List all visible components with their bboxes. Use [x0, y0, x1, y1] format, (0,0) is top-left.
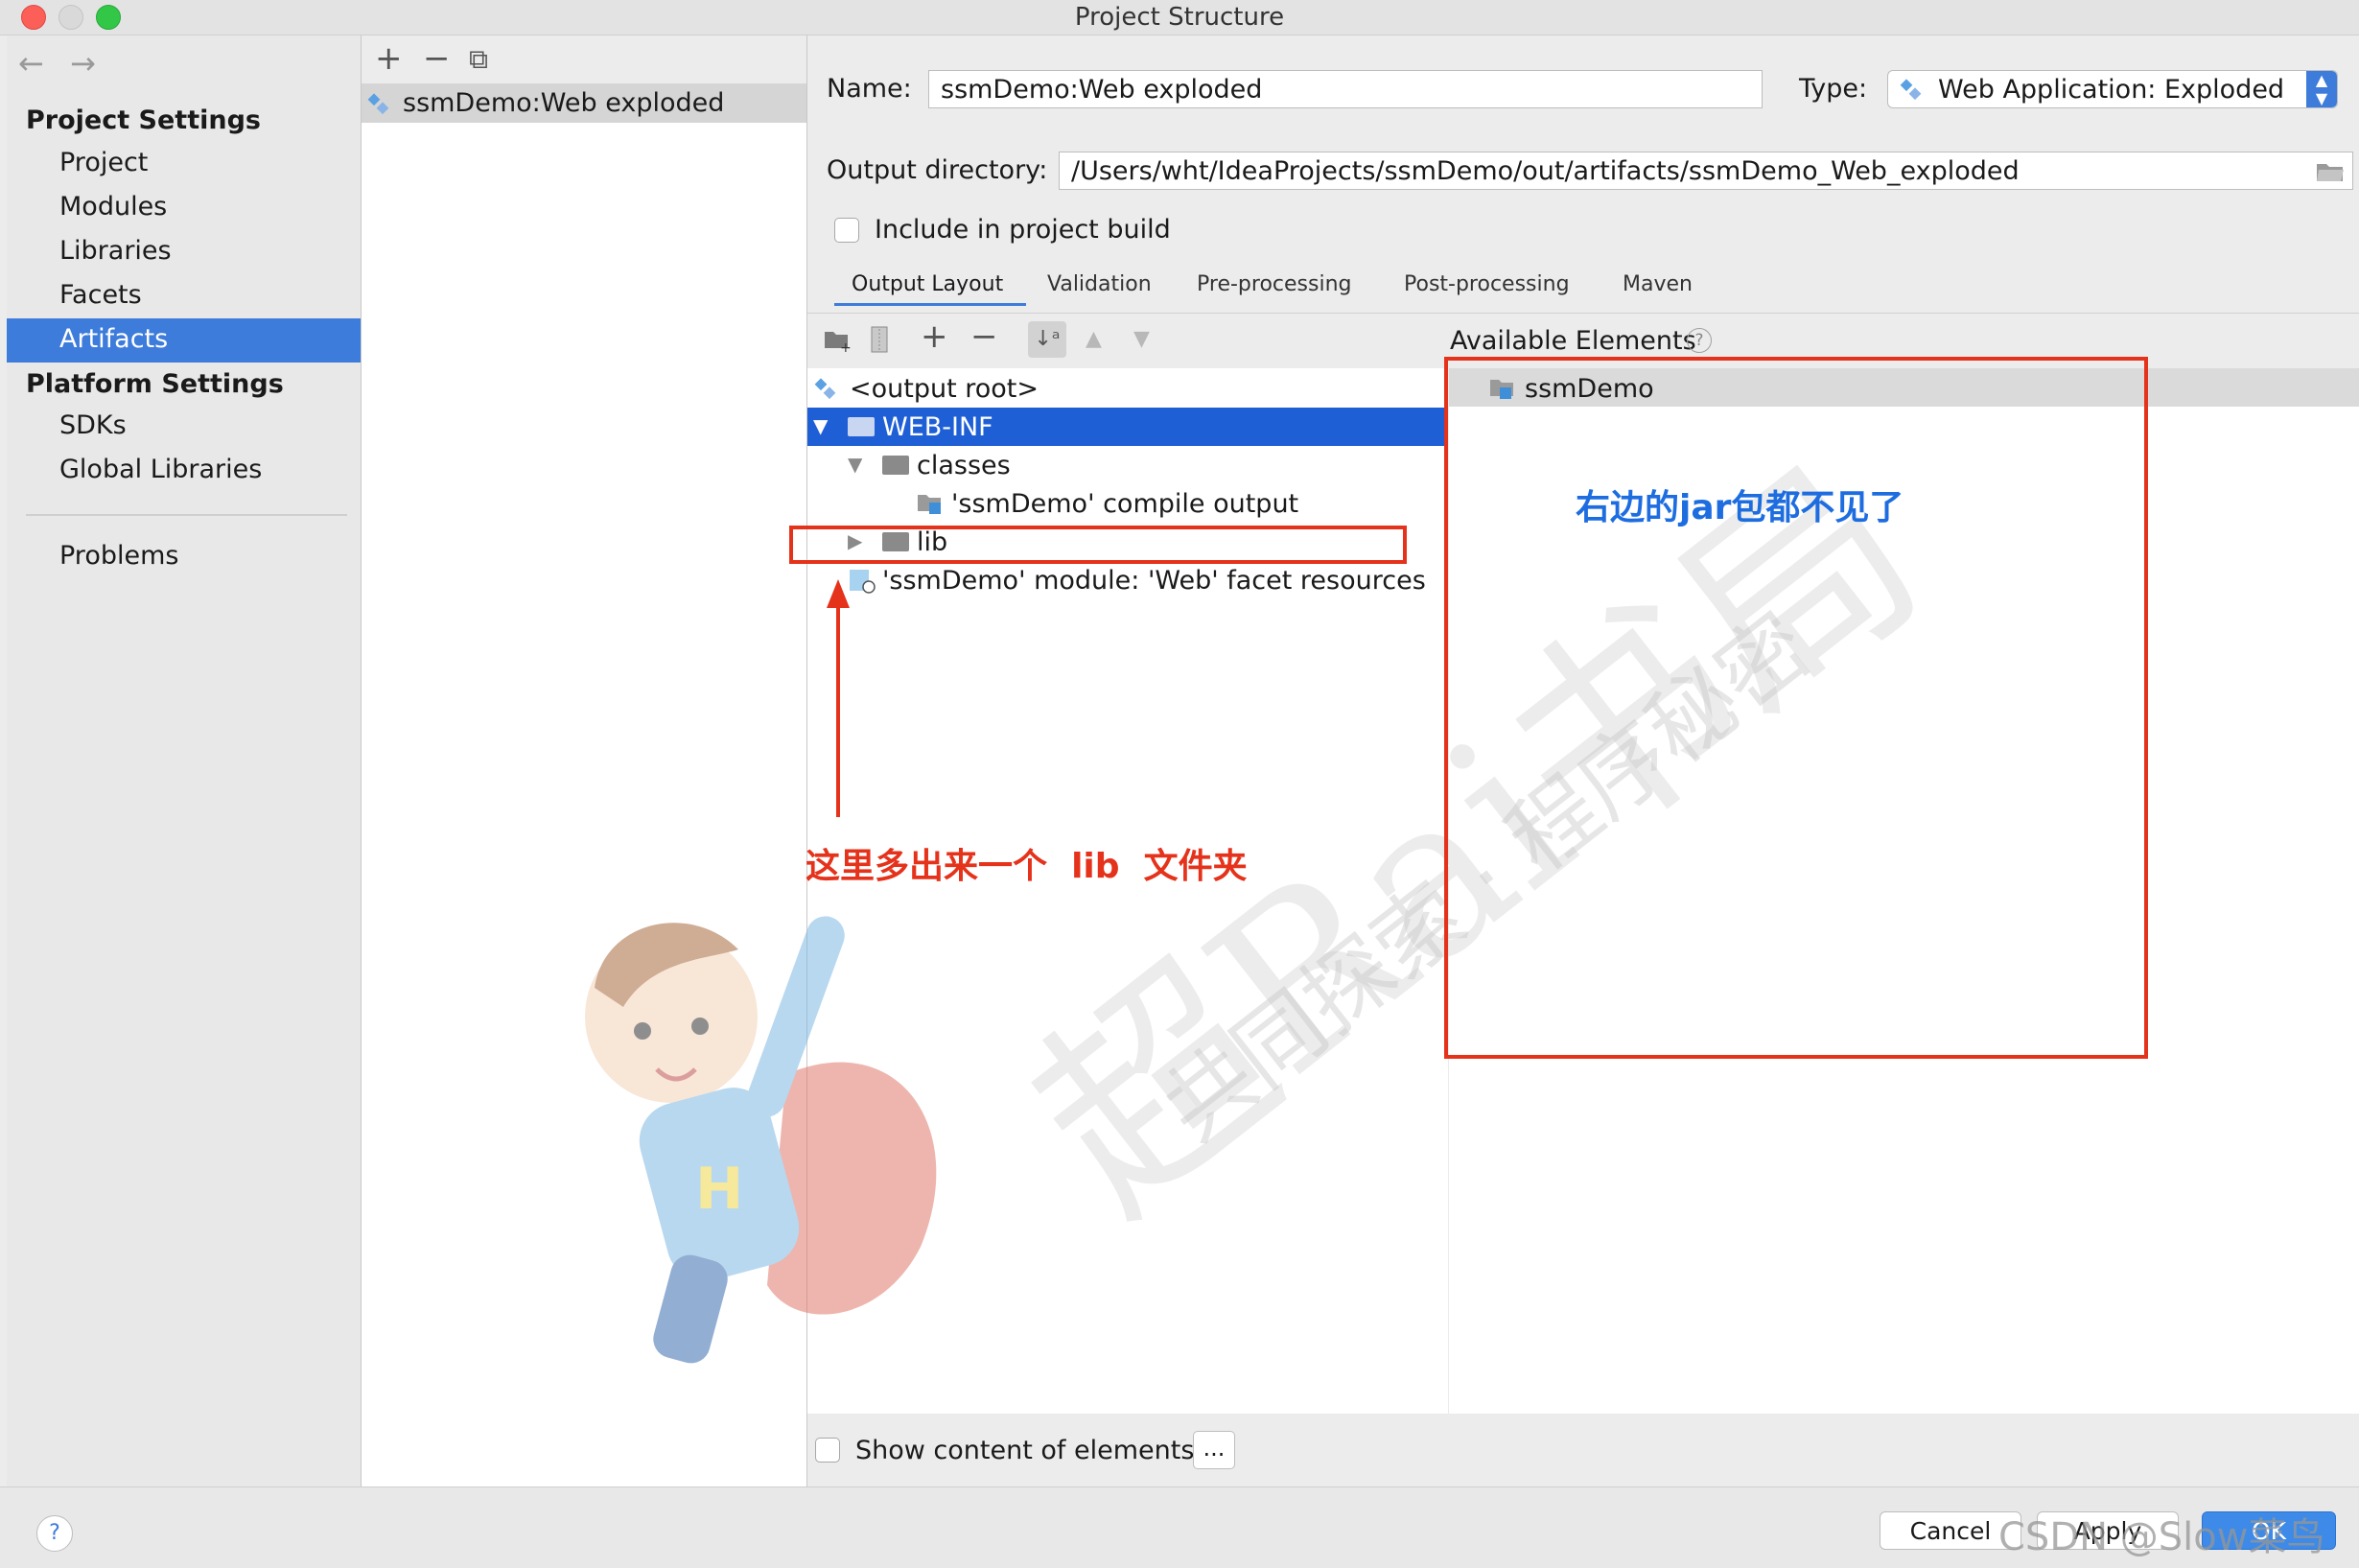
- sidebar-item-artifacts[interactable]: Artifacts: [59, 324, 168, 354]
- lib-highlight-box: [789, 526, 1407, 564]
- expanded-triangle-icon[interactable]: ▼: [813, 414, 828, 437]
- tree-node-web-inf: WEB-INF: [882, 412, 993, 442]
- output-directory-label: Output directory:: [827, 155, 1048, 185]
- sidebar-item-modules[interactable]: Modules: [59, 192, 167, 222]
- svg-text:+: +: [840, 340, 852, 352]
- include-in-build-label: Include in project build: [875, 215, 1171, 245]
- project-settings-header: Project Settings: [26, 105, 261, 135]
- tab-validation[interactable]: Validation: [1047, 272, 1152, 296]
- annotation-arrow-head-icon: [827, 579, 850, 608]
- add-artifact-icon[interactable]: +: [375, 39, 403, 78]
- forward-arrow-icon[interactable]: →: [70, 45, 96, 82]
- artifact-list-item-label: ssmDemo:Web exploded: [403, 88, 725, 118]
- create-archive-icon[interactable]: [869, 325, 890, 354]
- tab-divider: [807, 313, 2359, 314]
- name-label: Name:: [827, 74, 912, 104]
- artifact-type-select[interactable]: Web Application: Exploded ▲ ▼: [1887, 70, 2338, 108]
- tab-pre-processing[interactable]: Pre-processing: [1197, 272, 1351, 296]
- help-button[interactable]: ?: [36, 1515, 73, 1552]
- tree-node-output-root[interactable]: <output root>: [850, 374, 1039, 404]
- module-output-icon: [918, 495, 941, 514]
- sidebar-item-project[interactable]: Project: [59, 148, 148, 177]
- create-directory-icon[interactable]: +: [823, 327, 852, 352]
- settings-sidebar: ← → Project Settings Project Modules Lib…: [7, 35, 362, 1486]
- help-icon[interactable]: ?: [1687, 328, 1712, 353]
- artifact-name-field[interactable]: ssmDemo:Web exploded: [928, 70, 1763, 108]
- tree-node-facet-resources[interactable]: 'ssmDemo' module: 'Web' facet resources: [882, 566, 1426, 596]
- tab-post-processing[interactable]: Post-processing: [1404, 272, 1570, 296]
- copy-artifact-icon[interactable]: ⧉: [469, 43, 488, 76]
- tab-maven[interactable]: Maven: [1623, 272, 1693, 296]
- remove-artifact-icon[interactable]: −: [423, 39, 451, 78]
- sidebar-divider: [26, 514, 347, 516]
- artifacts-toolbar: + − ⧉: [362, 35, 806, 84]
- output-directory-field[interactable]: /Users/wht/IdeaProjects/ssmDemo/out/arti…: [1059, 152, 2353, 190]
- output-root-icon: [814, 378, 836, 400]
- platform-settings-header: Platform Settings: [26, 369, 284, 399]
- select-stepper-icon: ▲ ▼: [2306, 71, 2337, 107]
- sidebar-item-global-libraries[interactable]: Global Libraries: [59, 455, 262, 484]
- tree-node-compile-output[interactable]: 'ssmDemo' compile output: [951, 489, 1298, 519]
- move-down-icon[interactable]: ▼: [1133, 327, 1150, 351]
- lib-annotation-text: 这里多出来一个 lib 文件夹: [806, 847, 1248, 886]
- sidebar-item-facets[interactable]: Facets: [59, 280, 142, 310]
- more-options-button[interactable]: ...: [1193, 1431, 1235, 1469]
- include-in-build-checkbox[interactable]: [834, 218, 859, 243]
- folder-icon: [882, 456, 909, 475]
- add-element-icon[interactable]: +: [921, 317, 948, 356]
- title-bar: Project Structure: [0, 0, 2359, 35]
- browse-folder-icon[interactable]: [2315, 160, 2346, 183]
- available-highlight-box: [1444, 357, 2148, 1059]
- tab-output-layout[interactable]: Output Layout: [852, 272, 1003, 296]
- csdn-watermark: CSDN @Slow菜鸟: [1998, 1515, 2325, 1559]
- web-facet-icon: [850, 570, 876, 594]
- tree-node-classes[interactable]: classes: [917, 451, 1011, 480]
- svg-text:H: H: [695, 1156, 743, 1223]
- mascot-illustration: H: [585, 916, 937, 1364]
- sidebar-item-problems[interactable]: Problems: [59, 541, 178, 571]
- window-title: Project Structure: [1074, 3, 1285, 32]
- type-select-value: Web Application: Exploded: [1938, 75, 2285, 105]
- jar-annotation-text: 右边的jar包都不见了: [1576, 488, 1904, 527]
- folder-icon: [848, 417, 875, 436]
- available-elements-header: Available Elements: [1450, 326, 1696, 356]
- type-label: Type:: [1799, 74, 1868, 104]
- show-content-label: Show content of elements: [855, 1436, 1195, 1465]
- expanded-triangle-icon[interactable]: ▼: [848, 453, 862, 476]
- back-arrow-icon[interactable]: ←: [18, 45, 44, 82]
- web-artifact-icon: [367, 93, 389, 115]
- active-tab-indicator: [834, 303, 1026, 306]
- sidebar-item-libraries[interactable]: Libraries: [59, 236, 172, 266]
- remove-element-icon[interactable]: −: [970, 317, 998, 356]
- sidebar-item-sdks[interactable]: SDKs: [59, 410, 127, 440]
- artifact-list-item[interactable]: ssmDemo:Web exploded: [362, 84, 806, 123]
- show-content-checkbox[interactable]: [815, 1438, 840, 1463]
- web-artifact-icon: [1900, 79, 1922, 101]
- annotation-arrow-shaft: [836, 604, 840, 817]
- sort-elements-icon[interactable]: ↓ᵃ: [1028, 321, 1066, 358]
- move-up-icon[interactable]: ▲: [1086, 327, 1102, 351]
